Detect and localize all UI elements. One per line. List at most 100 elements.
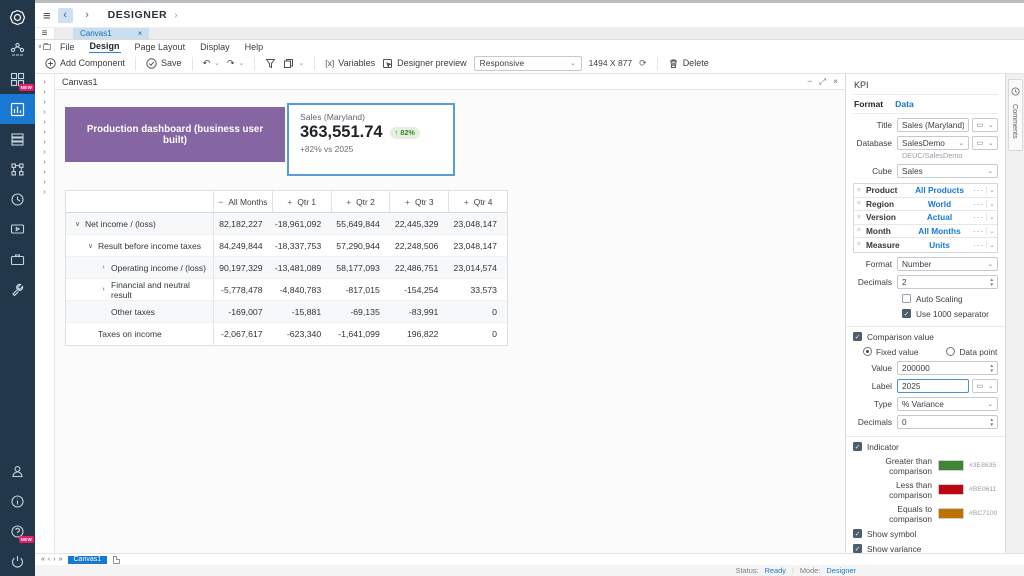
board-logo-icon[interactable]: [0, 0, 35, 34]
filter-button[interactable]: [265, 58, 276, 69]
data-point-label[interactable]: Data point: [959, 347, 997, 357]
user-icon[interactable]: [0, 456, 35, 486]
chevron-down-icon[interactable]: ⌄: [986, 213, 997, 221]
designer-preview-button[interactable]: Designer preview: [382, 58, 467, 69]
menu-hamburger-icon[interactable]: ≡: [43, 8, 51, 23]
show-symbol-checkbox-row[interactable]: ✓ Show symbol: [853, 529, 998, 539]
apps-icon[interactable]: NEW: [0, 64, 35, 94]
checkbox-checked[interactable]: ✓: [853, 442, 862, 451]
power-icon[interactable]: [0, 546, 35, 576]
tree-node-collapsed[interactable]: ›: [43, 77, 46, 87]
color-swatch-orange[interactable]: [938, 508, 964, 519]
tab-format[interactable]: Format: [854, 99, 883, 109]
expand-icon[interactable]: +: [464, 197, 469, 207]
add-sheet-icon[interactable]: [113, 556, 120, 564]
minimize-icon[interactable]: −: [807, 76, 812, 87]
tree-node-collapsed[interactable]: ›: [43, 137, 46, 147]
table-row[interactable]: Taxes on income -2,067,617 -623,340 -1,6…: [66, 323, 507, 345]
tree-node-collapsed[interactable]: ›: [43, 127, 46, 137]
scheduler-icon[interactable]: [0, 184, 35, 214]
checkbox-checked[interactable]: ✓: [853, 529, 862, 538]
comparison-label-input-focused[interactable]: 2025: [897, 379, 969, 393]
responsive-select[interactable]: Responsive ⌄: [474, 56, 582, 71]
chevron-down-icon[interactable]: ⌄: [986, 186, 997, 194]
copy-button[interactable]: ⌄: [283, 58, 304, 69]
dimension-value[interactable]: All Months: [908, 226, 971, 236]
column-header[interactable]: + Qtr 2: [332, 191, 391, 212]
variables-button[interactable]: [x] Variables: [325, 58, 375, 68]
checkbox-checked[interactable]: ✓: [853, 332, 862, 341]
title-input[interactable]: Sales (Maryland): [897, 118, 969, 132]
delete-button[interactable]: Delete: [668, 58, 709, 69]
tree-node-collapsed[interactable]: ›: [43, 187, 46, 197]
add-component-button[interactable]: Add Component: [45, 58, 125, 69]
tree-node-collapsed[interactable]: ›: [43, 117, 46, 127]
dimension-row-product[interactable]: ≡ Product All Products ··· ⌄: [854, 184, 997, 198]
column-header[interactable]: + Qtr 4: [449, 191, 507, 212]
dimension-value[interactable]: World: [908, 199, 971, 209]
table-row[interactable]: ∨Net income / (loss) 82,182,227 -18,961,…: [66, 213, 507, 235]
redo-button[interactable]: ↷ ⌄: [227, 58, 244, 69]
drag-handle-icon[interactable]: ≡: [857, 187, 866, 194]
column-header[interactable]: + Qtr 3: [390, 191, 449, 212]
menu-design[interactable]: Design: [89, 40, 121, 54]
tab-data[interactable]: Data: [895, 99, 914, 109]
chevron-down-icon[interactable]: ⌄: [298, 59, 304, 67]
cube-select[interactable]: Sales ⌄: [897, 164, 998, 178]
color-swatch-green[interactable]: [938, 460, 964, 471]
dimension-row-region[interactable]: ≡ Region World ··· ⌄: [854, 198, 997, 212]
comparison-value-input[interactable]: 200000 ▲ ▼: [897, 361, 998, 375]
auto-scaling-checkbox-row[interactable]: Auto Scaling: [902, 294, 998, 304]
table-row[interactable]: ∨Result before income taxes 84,249,844 -…: [66, 235, 507, 257]
more-options-icon[interactable]: ···: [971, 226, 986, 236]
dimension-row-version[interactable]: ≡ Version Actual ··· ⌄: [854, 211, 997, 225]
step-down-icon[interactable]: ▼: [989, 368, 994, 373]
chevron-down-icon[interactable]: ⌄: [239, 59, 245, 67]
table-row[interactable]: ›Financial and neutral result -5,778,478…: [66, 279, 507, 301]
stepper-arrows[interactable]: ▲ ▼: [989, 277, 994, 287]
save-button[interactable]: Save: [146, 58, 182, 69]
pivot-table-component[interactable]: − All Months + Qtr 1 + Qtr 2 +: [65, 190, 508, 346]
tree-node-collapsed[interactable]: ›: [43, 167, 46, 177]
menu-file[interactable]: File: [59, 41, 76, 53]
tools-icon[interactable]: [0, 274, 35, 304]
more-options-icon[interactable]: ···: [971, 199, 986, 209]
menu-help[interactable]: Help: [244, 41, 265, 53]
drag-handle-icon[interactable]: ≡: [857, 227, 866, 234]
expand-icon[interactable]: +: [405, 197, 410, 207]
comments-tab[interactable]: Comments: [1008, 79, 1023, 151]
presentation-icon[interactable]: [0, 214, 35, 244]
capsules-icon-active[interactable]: [0, 94, 35, 124]
show-variance-checkbox-row[interactable]: ✓ Show variance: [853, 544, 998, 554]
expand-icon[interactable]: +: [287, 197, 292, 207]
row-expand-icon[interactable]: ∨: [73, 220, 82, 228]
undo-button[interactable]: ↶ ⌄: [203, 58, 220, 69]
first-sheet-icon[interactable]: «: [41, 555, 45, 565]
comparison-decimals-stepper[interactable]: 0 ▲ ▼: [897, 415, 998, 429]
tab-close-icon[interactable]: ×: [138, 29, 143, 38]
comparison-type-select[interactable]: % Variance ⌄: [897, 397, 998, 411]
dimension-value[interactable]: All Products: [908, 185, 971, 195]
database-style-button[interactable]: ▭ ⌄: [972, 136, 998, 150]
help-icon[interactable]: NEW: [0, 516, 35, 546]
indicator-checkbox-row[interactable]: ✓ Indicator: [853, 442, 998, 452]
chevron-down-icon[interactable]: ⌄: [214, 59, 220, 67]
radio-selected[interactable]: [863, 347, 872, 356]
column-header[interactable]: − All Months: [214, 191, 273, 212]
tree-node-collapsed[interactable]: ›: [43, 107, 46, 117]
table-row[interactable]: Other taxes -169,007 -15,881 -69,135 -83…: [66, 301, 507, 323]
dimension-value[interactable]: Units: [908, 240, 971, 250]
comparison-value-checkbox-row[interactable]: ✓ Comparison value: [853, 332, 998, 342]
drag-handle-icon[interactable]: ≡: [857, 241, 866, 248]
more-options-icon[interactable]: ···: [971, 185, 986, 195]
canvas-document-tab[interactable]: Canvas1 ×: [73, 28, 149, 39]
stepper-arrows[interactable]: ▲ ▼: [989, 417, 994, 427]
chevron-down-icon[interactable]: ⌄: [986, 241, 997, 249]
checkbox-checked[interactable]: ✓: [902, 309, 911, 318]
database-icon[interactable]: [0, 124, 35, 154]
tree-node-collapsed[interactable]: ›: [43, 177, 46, 187]
dimension-row-month[interactable]: ≡ Month All Months ··· ⌄: [854, 225, 997, 239]
nav-forward-button[interactable]: ›: [80, 8, 95, 23]
expand-icon[interactable]: +: [346, 197, 351, 207]
drag-handle-icon[interactable]: ≡: [857, 214, 866, 221]
